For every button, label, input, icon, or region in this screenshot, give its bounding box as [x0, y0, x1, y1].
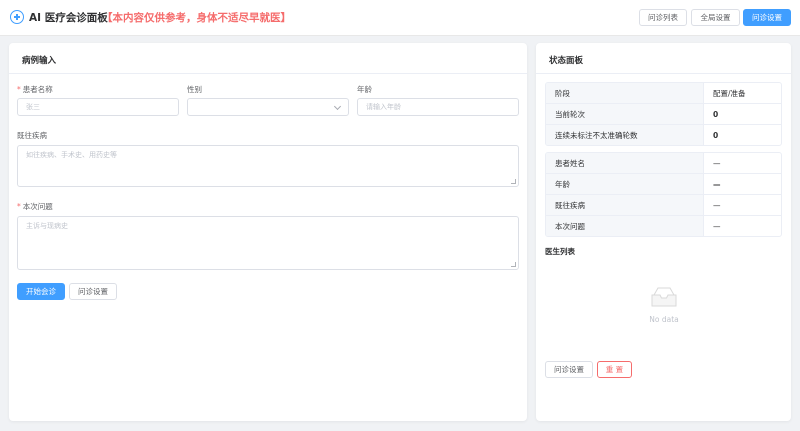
- chevron-down-icon: [333, 102, 342, 111]
- status-row: 连续未标注不太准确轮数 0: [546, 125, 781, 145]
- consult-settings-button[interactable]: 问诊设置: [743, 9, 791, 26]
- status-value: 0: [713, 109, 719, 119]
- patient-name-label: * 患者名称: [17, 85, 53, 94]
- start-consultation-button[interactable]: 开始会诊: [17, 283, 65, 300]
- age-input[interactable]: 请输入年龄: [357, 98, 519, 116]
- status-panel-header: 状态面板: [536, 43, 791, 74]
- status-value: 0: [713, 131, 719, 140]
- right-consult-settings-button[interactable]: 问诊设置: [545, 361, 593, 378]
- reset-button[interactable]: 重 置: [597, 361, 632, 378]
- left-consult-settings-button[interactable]: 问诊设置: [69, 283, 117, 300]
- case-input-header: 病例输入: [9, 43, 527, 74]
- history-textarea[interactable]: 如往疾病、手术史、用药史等: [17, 145, 519, 187]
- patient-name-input[interactable]: 张三: [17, 98, 179, 116]
- gender-label: 性别: [187, 85, 202, 94]
- patient-info-key: 年龄: [546, 174, 704, 194]
- case-input-title: 病例输入: [22, 56, 57, 66]
- question-textarea[interactable]: 主诉与现病史: [17, 216, 519, 270]
- resize-handle-icon[interactable]: [511, 262, 516, 267]
- consult-list-button[interactable]: 问诊列表: [639, 9, 687, 26]
- status-row: 阶段 配置/准备: [546, 83, 781, 104]
- status-panel-title: 状态面板: [549, 56, 584, 66]
- status-key: 连续未标注不太准确轮数: [546, 125, 704, 145]
- patient-info-value: —: [713, 200, 721, 210]
- empty-state-text: No data: [649, 315, 679, 324]
- patient-info-value: —: [713, 158, 721, 168]
- patient-info-row: 患者姓名 —: [546, 153, 781, 174]
- patient-info-key: 既往疾病: [546, 195, 704, 215]
- patient-info-key: 本次问题: [546, 216, 704, 236]
- status-key: 阶段: [546, 83, 704, 103]
- doctor-list-label: 医生列表: [545, 247, 575, 256]
- disclaimer-warning: 【本内容仅供参考，身体不适尽早就医】: [102, 12, 291, 24]
- global-settings-button[interactable]: 全局设置: [691, 9, 740, 26]
- patient-info-table: 患者姓名 — 年龄 — 既往疾病 — 本次问题 —: [545, 152, 782, 237]
- patient-info-key: 患者姓名: [546, 153, 704, 173]
- patient-info-value: —: [713, 179, 721, 189]
- patient-info-row: 年龄 —: [546, 174, 781, 195]
- patient-info-row: 既往疾病 —: [546, 195, 781, 216]
- gender-select[interactable]: [187, 98, 349, 116]
- status-table: 阶段 配置/准备 当前轮次 0 连续未标注不太准确轮数 0: [545, 82, 782, 146]
- status-value: 配置/准备: [713, 88, 746, 98]
- app-title: AI 医疗会诊面板: [29, 12, 108, 24]
- add-circle-icon: [10, 10, 24, 24]
- patient-info-value: —: [713, 222, 721, 231]
- question-label: * 本次问题: [17, 202, 53, 211]
- top-bar: AI 医疗会诊面板 【本内容仅供参考，身体不适尽早就医】 问诊列表 全局设置 问…: [0, 0, 800, 36]
- age-label: 年龄: [357, 85, 372, 94]
- history-label: 既往疾病: [17, 131, 47, 140]
- status-row: 当前轮次 0: [546, 104, 781, 125]
- status-key: 当前轮次: [546, 104, 704, 124]
- patient-info-row: 本次问题 —: [546, 216, 781, 236]
- resize-handle-icon[interactable]: [511, 179, 516, 184]
- empty-box-icon: [651, 287, 677, 307]
